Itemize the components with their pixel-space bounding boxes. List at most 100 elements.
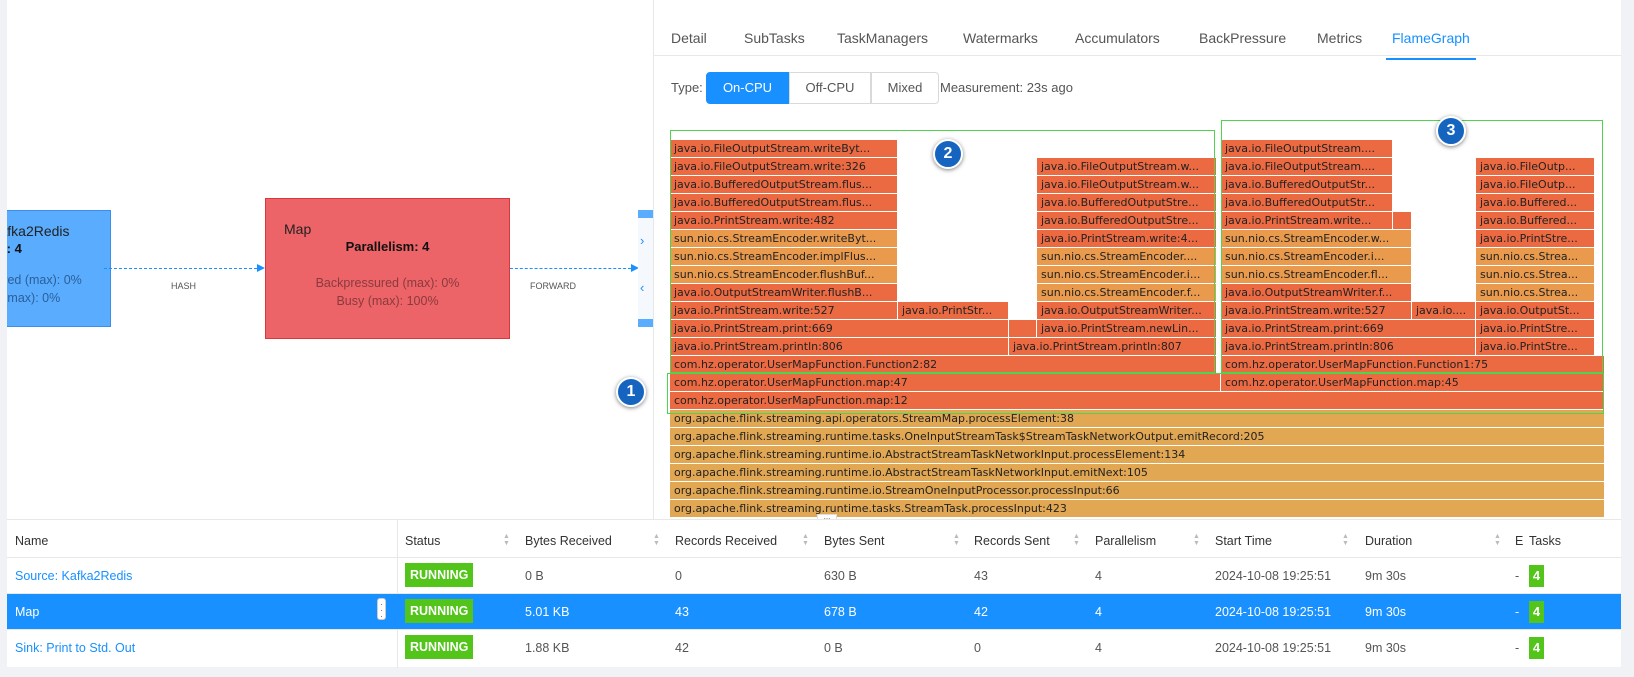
flame-frame[interactable]: java.io.PrintStream.write:4...: [1037, 230, 1216, 247]
flame-frame[interactable]: org.apache.flink.streaming.runtime.io.St…: [670, 482, 1604, 499]
flame-frame[interactable]: java.io.PrintStream.println:806: [670, 338, 1008, 355]
flame-frame[interactable]: java.io.FileOutp...: [1476, 158, 1594, 175]
flame-frame[interactable]: sun.nio.cs.StreamEncoder.w...: [1221, 230, 1411, 247]
flame-frame[interactable]: java.io.OutputStreamWriter...: [1037, 302, 1216, 319]
type-off-cpu-button[interactable]: Off-CPU: [789, 72, 871, 104]
flame-frame[interactable]: java.io.OutputStreamWriter.flushB...: [670, 284, 897, 301]
column-resize-handle[interactable]: ...: [377, 598, 386, 620]
sort-icon[interactable]: ▲ ▼: [953, 533, 960, 547]
flame-frame[interactable]: java.io.BufferedOutputStre...: [1037, 194, 1216, 211]
flame-frame[interactable]: java.io.PrintStream.println:807: [1009, 338, 1216, 355]
flame-frame[interactable]: sun.nio.cs.StreamEncoder....: [1037, 248, 1216, 265]
sort-icon[interactable]: ▲ ▼: [503, 533, 510, 547]
flame-frame[interactable]: java.io.Buffered...: [1476, 212, 1594, 229]
flame-frame[interactable]: java.io.PrintStream.newLin...: [1037, 320, 1216, 337]
sort-icon[interactable]: ▲ ▼: [1073, 533, 1080, 547]
flame-frame[interactable]: com.hz.operator.UserMapFunction.map:12: [670, 392, 1604, 409]
job-graph-panel[interactable]: Source: Kafka2Redis Parallelism: 4 Backp…: [7, 0, 653, 519]
graph-node-map[interactable]: Map Parallelism: 4 Backpressured (max): …: [265, 198, 510, 339]
flame-frame[interactable]: java.io.BufferedOutputStre...: [1037, 212, 1216, 229]
flame-frame[interactable]: java.io.FileOutp...: [1476, 176, 1594, 193]
flame-frame[interactable]: java.io.FileOutputStream.w...: [1037, 158, 1216, 175]
sort-icon[interactable]: ▲ ▼: [653, 533, 660, 547]
flame-frame[interactable]: [1009, 320, 1036, 337]
flame-frame[interactable]: sun.nio.cs.Strea...: [1476, 248, 1594, 265]
table-row[interactable]: Sink: Print to Std. Out RUNNING 1.88 KB 42 0…: [7, 629, 1621, 666]
flame-frame[interactable]: java.io.PrintStre...: [1476, 320, 1594, 337]
chevron-left-icon[interactable]: ‹: [640, 280, 644, 295]
flame-frame[interactable]: com.hz.operator.UserMapFunction.map:45: [1221, 374, 1604, 391]
flame-frame[interactable]: org.apache.flink.streaming.api.operators…: [670, 410, 1604, 427]
flame-frame[interactable]: java.io.Buffered...: [1476, 194, 1594, 211]
graph-node-source[interactable]: Source: Kafka2Redis Parallelism: 4 Backp…: [7, 210, 111, 327]
flame-frame[interactable]: sun.nio.cs.StreamEncoder.i...: [1037, 266, 1216, 283]
flame-frame[interactable]: java.io.PrintStream.write...: [1221, 212, 1392, 229]
flame-frame[interactable]: java.io.OutputStreamWriter.f...: [1221, 284, 1411, 301]
flame-frame[interactable]: java.io.PrintStre...: [1476, 338, 1594, 355]
type-mixed-button[interactable]: Mixed: [871, 72, 939, 104]
flame-frame[interactable]: java.io.PrintStream.println:806: [1221, 338, 1475, 355]
flame-frame[interactable]: java.io.BufferedOutputStream.flus...: [670, 176, 897, 193]
column-header-status[interactable]: Status: [405, 534, 440, 548]
cell-name[interactable]: Map: [15, 605, 39, 619]
tab-backpressure[interactable]: BackPressure: [1199, 30, 1286, 58]
tab-accumulators[interactable]: Accumulators: [1075, 30, 1160, 58]
tab-subtasks[interactable]: SubTasks: [744, 30, 805, 58]
column-header-name[interactable]: Name: [15, 534, 48, 548]
table-row[interactable]: Source: Kafka2Redis RUNNING 0 B 0 630 B 43 4 20…: [7, 557, 1621, 594]
flame-frame[interactable]: sun.nio.cs.StreamEncoder.implFlus...: [670, 248, 897, 265]
flame-frame[interactable]: java.io.FileOutputStream....: [1221, 158, 1392, 175]
flame-frame[interactable]: sun.nio.cs.StreamEncoder.flushBuf...: [670, 266, 897, 283]
column-header-duration[interactable]: Duration: [1365, 534, 1412, 548]
graph-node-sink[interactable]: › ‹: [638, 210, 653, 327]
flame-frame[interactable]: java.io.BufferedOutputStream.flus...: [670, 194, 897, 211]
table-row[interactable]: Map RUNNING 5.01 KB 43 678 B 42 4 2024-10-08 19…: [7, 593, 1621, 630]
sort-icon[interactable]: ▲ ▼: [1494, 533, 1501, 547]
type-on-cpu-button[interactable]: On-CPU: [706, 72, 789, 104]
tab-detail[interactable]: Detail: [671, 30, 707, 58]
sort-icon[interactable]: ▲ ▼: [802, 533, 809, 547]
flame-frame[interactable]: java.io.PrintStream.print:669: [1221, 320, 1475, 337]
sort-icon[interactable]: ▲ ▼: [1193, 533, 1200, 547]
flame-frame[interactable]: org.apache.flink.streaming.runtime.io.Ab…: [670, 464, 1604, 481]
tab-flamegraph[interactable]: FlameGraph: [1386, 30, 1476, 60]
tab-watermarks[interactable]: Watermarks: [963, 30, 1038, 58]
sort-icon[interactable]: ▲ ▼: [1342, 533, 1349, 547]
flame-frame[interactable]: com.hz.operator.UserMapFunction.Function…: [1221, 356, 1604, 373]
flame-frame[interactable]: sun.nio.cs.StreamEncoder.writeByt...: [670, 230, 897, 247]
flame-frame[interactable]: sun.nio.cs.Strea...: [1476, 266, 1594, 283]
flame-frame[interactable]: sun.nio.cs.StreamEncoder.f...: [1037, 284, 1216, 301]
flame-frame[interactable]: com.hz.operator.UserMapFunction.map:47: [670, 374, 1220, 391]
flame-frame[interactable]: java.io.PrintStream.write:482: [670, 212, 897, 229]
column-header-start-time[interactable]: Start Time: [1215, 534, 1272, 548]
flame-frame[interactable]: java.io.FileOutputStream.write:326: [670, 158, 897, 175]
column-header-bytes-sent[interactable]: Bytes Sent: [824, 534, 884, 548]
column-header-records-received[interactable]: Records Received: [675, 534, 777, 548]
flame-frame[interactable]: java.io.BufferedOutputStr...: [1221, 176, 1392, 193]
flame-frame[interactable]: java.io.FileOutputStream....: [1221, 140, 1392, 157]
tab-metrics[interactable]: Metrics: [1317, 30, 1362, 58]
flame-frame[interactable]: java.io....: [1412, 302, 1475, 319]
flame-frame[interactable]: [1393, 212, 1411, 229]
flame-frame[interactable]: java.io.FileOutputStream.w...: [1037, 176, 1216, 193]
flame-frame[interactable]: com.hz.operator.UserMapFunction.Function…: [670, 356, 1216, 373]
flame-frame[interactable]: sun.nio.cs.StreamEncoder.i...: [1221, 248, 1411, 265]
column-header-end-time[interactable]: E: [1515, 534, 1523, 548]
flame-frame[interactable]: org.apache.flink.streaming.runtime.tasks…: [670, 500, 1604, 517]
column-header-bytes-received[interactable]: Bytes Received: [525, 534, 612, 548]
flame-frame[interactable]: sun.nio.cs.Strea...: [1476, 284, 1594, 301]
column-header-records-sent[interactable]: Records Sent: [974, 534, 1050, 548]
flame-frame[interactable]: java.io.PrintStre...: [1476, 230, 1594, 247]
cell-name[interactable]: Source: Kafka2Redis: [15, 569, 132, 583]
chevron-right-icon[interactable]: ›: [640, 233, 644, 248]
flame-frame[interactable]: java.io.OutputSt...: [1476, 302, 1594, 319]
column-header-tasks[interactable]: Tasks: [1529, 534, 1561, 548]
flame-frame[interactable]: java.io.PrintStr...: [898, 302, 1008, 319]
flame-frame[interactable]: java.io.FileOutputStream.writeByt...: [670, 140, 897, 157]
flame-frame[interactable]: sun.nio.cs.StreamEncoder.fl...: [1221, 266, 1411, 283]
flame-frame[interactable]: java.io.PrintStream.print:669: [670, 320, 1008, 337]
cell-name[interactable]: Sink: Print to Std. Out: [15, 641, 135, 655]
flame-frame[interactable]: java.io.BufferedOutputStr...: [1221, 194, 1392, 211]
tab-taskmanagers[interactable]: TaskManagers: [837, 30, 928, 58]
flame-frame[interactable]: java.io.PrintStream.write:527: [1221, 302, 1411, 319]
